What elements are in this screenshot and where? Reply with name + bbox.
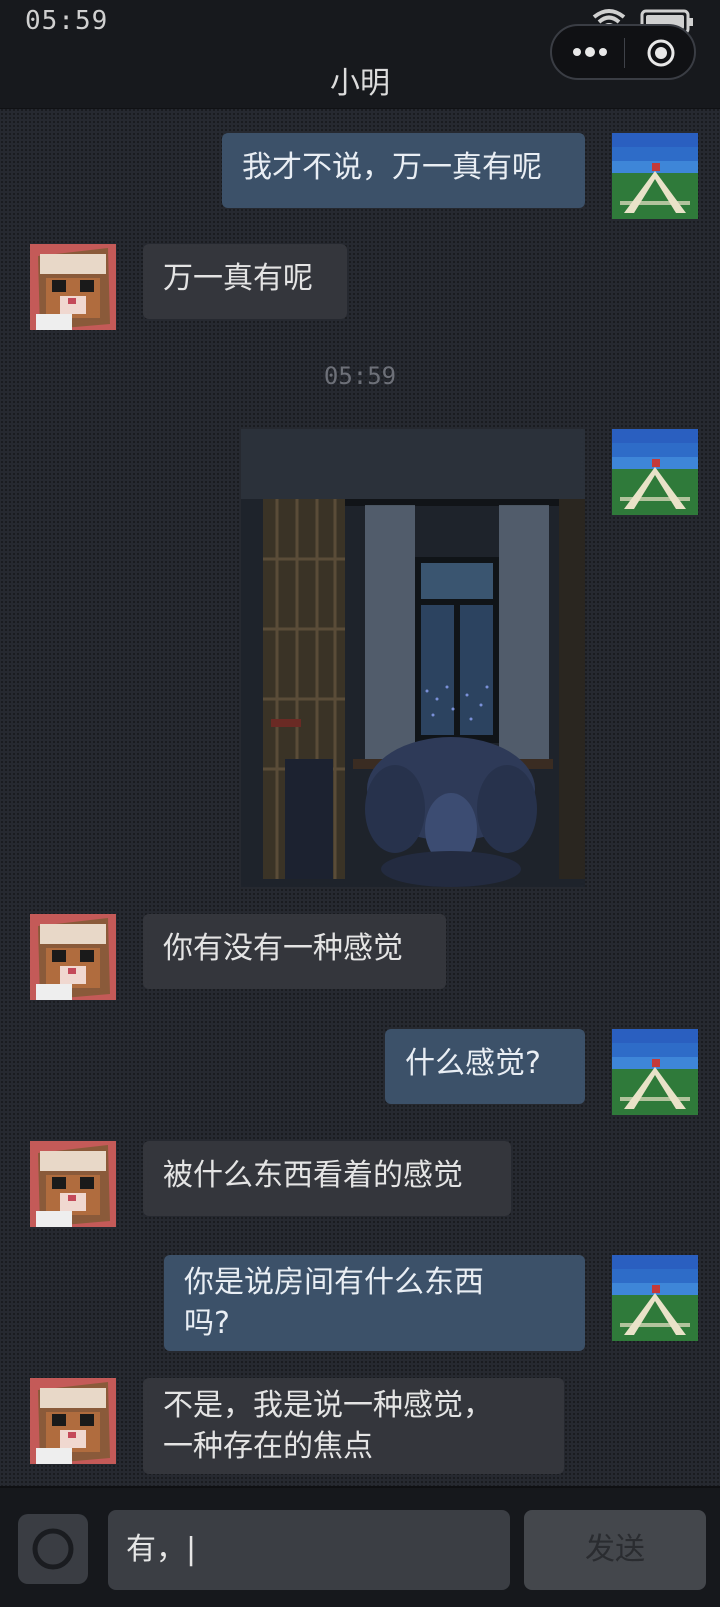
message-bubble-sent[interactable]: 我才不说，万一真有呢 <box>222 133 585 208</box>
message-input[interactable]: 有，| <box>108 1510 510 1590</box>
message-bubble-received[interactable]: 你有没有一种感觉 <box>143 914 446 989</box>
sent-photo[interactable] <box>241 429 585 887</box>
contact-avatar[interactable] <box>30 1141 116 1227</box>
message-bubble-received[interactable]: 被什么东西看着的感觉 <box>143 1141 511 1216</box>
my-avatar[interactable] <box>612 1029 698 1115</box>
more-icon[interactable] <box>572 44 608 60</box>
camera-button[interactable] <box>18 1514 88 1584</box>
send-button[interactable]: 发送 <box>524 1510 706 1590</box>
message-bubble-received[interactable]: 不是，我是说一种感觉， 一种存在的焦点 <box>143 1378 564 1474</box>
my-avatar[interactable] <box>612 1255 698 1341</box>
capsule-divider <box>624 38 625 68</box>
contact-avatar[interactable] <box>30 244 116 330</box>
message-composer: 有，| 发送 <box>0 1486 720 1607</box>
message-bubble-sent[interactable]: 什么感觉? <box>385 1029 585 1104</box>
contact-avatar[interactable] <box>30 1378 116 1464</box>
message-bubble-sent[interactable]: 你是说房间有什么东西 吗? <box>164 1255 585 1351</box>
my-avatar[interactable] <box>612 133 698 219</box>
contact-avatar[interactable] <box>30 914 116 1000</box>
my-avatar[interactable] <box>612 429 698 515</box>
close-target-icon[interactable] <box>646 38 676 68</box>
message-bubble-received[interactable]: 万一真有呢 <box>143 244 347 319</box>
miniprogram-capsule <box>550 24 696 80</box>
message-timestamp: 05:59 <box>323 362 397 390</box>
status-time: 05:59 <box>25 6 109 36</box>
camera-icon <box>32 1528 74 1570</box>
